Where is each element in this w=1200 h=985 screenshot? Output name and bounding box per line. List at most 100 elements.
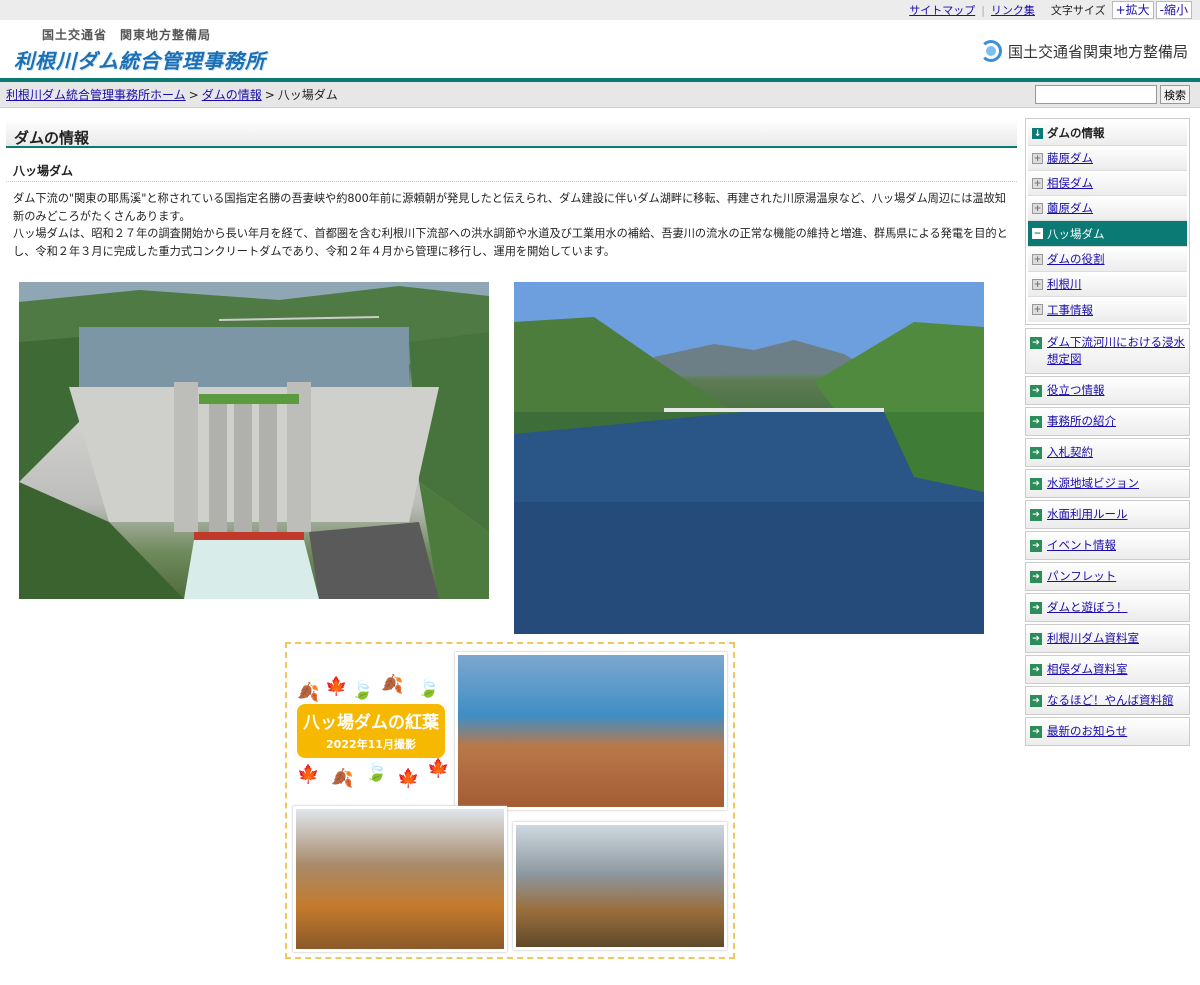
office-logo-title[interactable]: 利根川ダム統合管理事務所	[14, 45, 266, 74]
nav-item-play-with-dams[interactable]: ➔ ダムと遊ぼう！	[1025, 593, 1190, 622]
autumn-caption: 2022年11月撮影	[326, 738, 416, 751]
plus-icon: +	[1032, 152, 1043, 164]
maple-leaf-icon: 🍁	[427, 758, 450, 779]
subnav-item-aimata[interactable]: + 相俣ダム	[1028, 171, 1187, 196]
site-header: 国土交通省 関東地方整備局 利根川ダム統合管理事務所 国土交通省関東地方整備局	[0, 20, 1200, 78]
nav-link[interactable]: イベント情報	[1047, 537, 1116, 554]
links-link[interactable]: リンク集	[985, 2, 1041, 18]
subnav-item-yamba[interactable]: − 八ッ場ダム	[1028, 221, 1187, 247]
subnav-link[interactable]: 相俣ダム	[1047, 175, 1093, 191]
font-size-label: 文字サイズ	[1050, 4, 1106, 17]
nav-item-water-rules[interactable]: ➔ 水面利用ルール	[1025, 500, 1190, 529]
nav-link[interactable]: ダムと遊ぼう！	[1047, 599, 1128, 616]
description-paragraph-1: ダム下流の"関東の耶馬溪"と称されている国指定名勝の吾妻峡や約800年前に源頼朝…	[13, 192, 1006, 223]
nav-item-water-vision[interactable]: ➔ 水源地域ビジョン	[1025, 469, 1190, 498]
minus-icon: −	[1032, 228, 1043, 239]
breadcrumb: 利根川ダム統合管理事務所ホーム > ダムの情報 > 八ッ場ダム 検索	[0, 82, 1200, 108]
main-nav: ➔ ダム下流河川における浸水想定図 ➔ 役立つ情報 ➔ 事務所の紹介 ➔ 入札契…	[1025, 328, 1190, 746]
nav-item-flood-map[interactable]: ➔ ダム下流河川における浸水想定図	[1025, 328, 1190, 374]
nav-link[interactable]: なるほど！やんば資料館	[1047, 692, 1174, 709]
font-shrink-button[interactable]: -縮小	[1155, 1, 1192, 19]
subnav-item-dam-info[interactable]: ↓ ダムの情報	[1028, 121, 1187, 146]
nav-item-pamphlet[interactable]: ➔ パンフレット	[1025, 562, 1190, 591]
nav-item-latest-news[interactable]: ➔ 最新のお知らせ	[1025, 717, 1190, 746]
autumn-photo-trees	[293, 806, 507, 952]
nav-item-bidding[interactable]: ➔ 入札契約	[1025, 438, 1190, 467]
breadcrumb-home-link[interactable]: 利根川ダム統合管理事務所ホーム	[6, 86, 186, 103]
subnav-link[interactable]: 工事情報	[1047, 302, 1093, 318]
subnav-label: 八ッ場ダム	[1047, 226, 1105, 241]
search-input[interactable]	[1035, 85, 1157, 104]
section-title: ダムの情報	[6, 118, 1017, 148]
maple-leaf-icon: 🍁	[297, 764, 320, 785]
leaf-icon: 🍂	[381, 674, 404, 695]
description-paragraph-2: 八ッ場ダムは、昭和２７年の調査開始から長い年月を経て、首都圏を含む利根川下流部へ…	[13, 227, 1008, 258]
nav-item-tone-archive[interactable]: ➔ 利根川ダム資料室	[1025, 624, 1190, 653]
leaf-icon: 🍃	[351, 680, 374, 701]
arrow-right-icon: ➔	[1030, 447, 1042, 459]
nav-link[interactable]: 最新のお知らせ	[1047, 723, 1127, 740]
mlit-logo-area[interactable]: 国土交通省関東地方整備局	[979, 40, 1188, 62]
arrow-right-icon: ➔	[1030, 726, 1042, 738]
breadcrumb-dam-info-link[interactable]: ダムの情報	[202, 86, 262, 103]
maple-leaf-icon: 🍁	[325, 676, 348, 697]
breadcrumb-separator: >	[188, 87, 199, 102]
dam-aerial-illustration	[19, 282, 489, 599]
nav-link[interactable]: 水面利用ルール	[1047, 506, 1128, 523]
nav-item-events[interactable]: ➔ イベント情報	[1025, 531, 1190, 560]
leaf-icon: 🍃	[417, 678, 440, 699]
arrow-right-icon: ➔	[1030, 664, 1042, 676]
nav-item-useful-info[interactable]: ➔ 役立つ情報	[1025, 376, 1190, 405]
nav-item-office-intro[interactable]: ➔ 事務所の紹介	[1025, 407, 1190, 436]
nav-item-aimata-archive[interactable]: ➔ 相俣ダム資料室	[1025, 655, 1190, 684]
arrow-right-icon: ➔	[1030, 385, 1042, 397]
nav-link[interactable]: 入札契約	[1047, 444, 1093, 461]
nav-item-yamba-museum[interactable]: ➔ なるほど！やんば資料館	[1025, 686, 1190, 715]
subnav-item-fujiwara[interactable]: + 藤原ダム	[1028, 146, 1187, 171]
arrow-right-icon: ➔	[1030, 602, 1042, 614]
subnav-link[interactable]: 利根川	[1047, 276, 1082, 292]
plus-icon: +	[1032, 177, 1043, 189]
nav-link[interactable]: 水源地域ビジョン	[1047, 475, 1139, 492]
arrow-right-icon: ➔	[1030, 478, 1042, 490]
description: ダム下流の"関東の耶馬溪"と称されている国指定名勝の吾妻峡や約800年前に源頼朝…	[6, 182, 1017, 260]
maple-leaf-icon: 🍁	[397, 768, 420, 789]
search-form: 検索	[1035, 85, 1190, 104]
nav-link[interactable]: パンフレット	[1047, 568, 1116, 585]
subnav-item-tone-river[interactable]: + 利根川	[1028, 272, 1187, 297]
subnav-item-construction[interactable]: + 工事情報	[1028, 297, 1187, 322]
sitemap-link[interactable]: サイトマップ	[903, 2, 981, 18]
dam-aerial-photo	[19, 282, 489, 599]
autumn-title-badge: 八ッ場ダムの紅葉 2022年11月撮影	[295, 702, 447, 760]
plus-icon: +	[1032, 253, 1043, 265]
search-button[interactable]: 検索	[1160, 85, 1190, 104]
page-title: 八ッ場ダム	[6, 158, 1017, 182]
breadcrumb-separator: >	[264, 87, 275, 102]
main-content: ダムの情報 八ッ場ダム ダム下流の"関東の耶馬溪"と称されている国指定名勝の吾妻…	[6, 118, 1017, 634]
subnav-item-sonohara[interactable]: + 薗原ダム	[1028, 196, 1187, 221]
arrow-down-icon: ↓	[1032, 127, 1043, 139]
arrow-right-icon: ➔	[1030, 337, 1042, 349]
autumn-title: 八ッ場ダムの紅葉	[303, 713, 439, 733]
nav-link[interactable]: 事務所の紹介	[1047, 413, 1116, 430]
subnav-link[interactable]: 薗原ダム	[1047, 200, 1093, 216]
nav-link[interactable]: 相俣ダム資料室	[1047, 661, 1128, 678]
arrow-right-icon: ➔	[1030, 540, 1042, 552]
subnav-item-dam-role[interactable]: + ダムの役割	[1028, 247, 1187, 272]
autumn-photo-dam	[513, 822, 727, 950]
autumn-leaves-collage: 🍂 🍁 🍃 🍂 🍃 八ッ場ダムの紅葉 2022年11月撮影 🍁 🍂 🍃 🍁 🍁	[285, 642, 735, 959]
breadcrumb-current: 八ッ場ダム	[277, 88, 338, 102]
nav-link[interactable]: 利根川ダム資料室	[1047, 630, 1139, 647]
leaf-icon: 🍂	[297, 682, 320, 703]
org-name-small: 国土交通省 関東地方整備局	[42, 28, 212, 42]
plus-icon: +	[1032, 278, 1043, 290]
dam-lake-illustration	[514, 282, 984, 634]
subnav-link[interactable]: 藤原ダム	[1047, 150, 1093, 166]
font-enlarge-button[interactable]: +拡大	[1111, 1, 1154, 19]
arrow-right-icon: ➔	[1030, 509, 1042, 521]
mlit-logo-icon	[979, 40, 1002, 62]
arrow-right-icon: ➔	[1030, 633, 1042, 645]
nav-link[interactable]: ダム下流河川における浸水想定図	[1047, 334, 1185, 368]
nav-link[interactable]: 役立つ情報	[1047, 382, 1105, 399]
subnav-link[interactable]: ダムの役割	[1047, 251, 1105, 267]
